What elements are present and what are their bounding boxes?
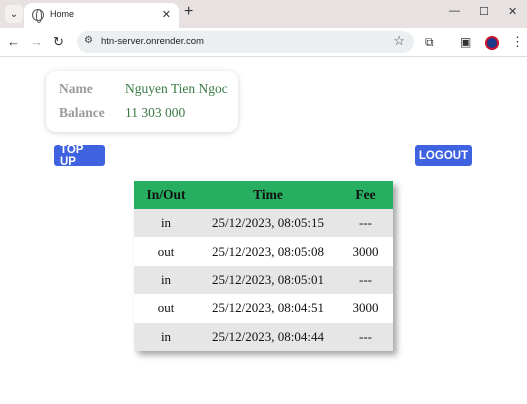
direction-cell: out <box>134 294 198 323</box>
name-label: Name <box>59 81 93 96</box>
table-row: out 25/12/2023, 08:04:51 3000 <box>134 294 393 323</box>
back-arrow-icon[interactable]: ← <box>7 34 20 49</box>
tab-title: Home <box>50 9 75 19</box>
logout-button[interactable]: LOGOUT <box>415 145 472 166</box>
browser-tab-home[interactable]: Home ✕ <box>24 3 179 28</box>
direction-cell: in <box>134 209 198 238</box>
site-info-icon[interactable]: ⚙ <box>84 35 93 46</box>
tab-search-button[interactable]: ⌄ <box>5 5 23 23</box>
direction-cell: out <box>134 237 198 266</box>
table-header-row: In/Out Time Fee <box>134 181 393 209</box>
time-cell: 25/12/2023, 08:04:44 <box>198 322 338 351</box>
fee-cell: --- <box>338 265 393 295</box>
time-cell: 25/12/2023, 08:04:51 <box>198 294 338 323</box>
extensions-icon[interactable]: ⧉ <box>425 35 434 50</box>
address-bar[interactable]: ⚙ htn-server.onrender.com ☆ <box>77 31 414 53</box>
forward-arrow-icon[interactable]: → <box>30 34 43 49</box>
time-cell: 25/12/2023, 08:05:08 <box>198 237 338 266</box>
time-cell: 25/12/2023, 08:05:15 <box>198 209 338 238</box>
table-row: out 25/12/2023, 08:05:08 3000 <box>134 237 393 266</box>
tab-close-icon[interactable]: ✕ <box>162 8 171 21</box>
minimize-icon[interactable]: — <box>449 5 460 17</box>
top-up-button[interactable]: TOP UP <box>54 144 105 168</box>
table-row: in 25/12/2023, 08:04:44 --- <box>134 322 393 351</box>
browser-tab-strip: ⌄ Home ✕ + — ☐ ✕ <box>0 0 527 28</box>
name-value: Nguyen Tien Ngoc <box>125 81 228 96</box>
menu-kebab-icon[interactable]: ⋮ <box>511 34 524 50</box>
direction-cell: in <box>134 322 198 351</box>
profile-avatar[interactable] <box>485 36 499 50</box>
transaction-history-table: In/Out Time Fee in 25/12/2023, 08:05:15 … <box>134 181 393 351</box>
table-row: in 25/12/2023, 08:05:15 --- <box>134 209 393 238</box>
balance-value: 11 303 000 <box>125 105 186 120</box>
maximize-icon[interactable]: ☐ <box>479 5 489 18</box>
bookmark-star-icon[interactable]: ☆ <box>393 33 405 49</box>
column-header-time: Time <box>198 181 338 209</box>
side-panel-icon[interactable]: ▣ <box>460 35 471 49</box>
fee-cell: --- <box>338 322 393 351</box>
globe-icon <box>32 9 44 23</box>
window-close-icon[interactable]: ✕ <box>508 5 517 18</box>
column-header-fee: Fee <box>338 181 393 209</box>
browser-toolbar: ← → ↻ ⚙ htn-server.onrender.com ☆ ⧉ ▣ <box>0 28 527 57</box>
direction-cell: in <box>134 265 198 295</box>
account-info-card: Name Nguyen Tien Ngoc Balance 11 303 000 <box>46 71 238 132</box>
url-text[interactable]: htn-server.onrender.com <box>101 36 204 47</box>
chevron-down-icon: ⌄ <box>9 8 19 20</box>
fee-cell: --- <box>338 209 393 238</box>
reload-icon[interactable]: ↻ <box>53 34 64 50</box>
column-header-in-out: In/Out <box>134 181 198 209</box>
fee-cell: 3000 <box>338 237 393 266</box>
balance-label: Balance <box>59 105 105 120</box>
table-row: in 25/12/2023, 08:05:01 --- <box>134 265 393 295</box>
fee-cell: 3000 <box>338 294 393 323</box>
time-cell: 25/12/2023, 08:05:01 <box>198 265 338 295</box>
new-tab-button[interactable]: + <box>184 3 193 21</box>
